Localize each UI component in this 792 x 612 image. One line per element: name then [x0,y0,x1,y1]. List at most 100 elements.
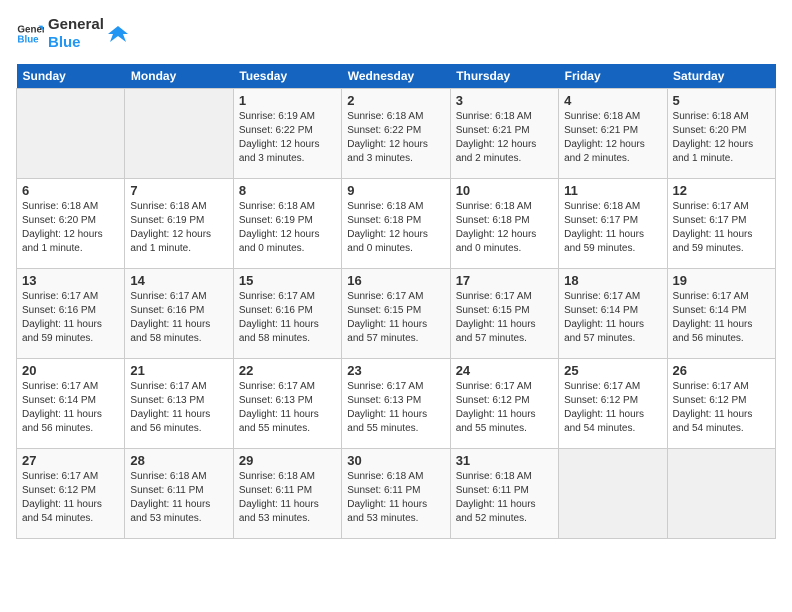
calendar-cell: 26 Sunrise: 6:17 AM Sunset: 6:12 PM Dayli… [667,359,775,449]
day-number: 2 [347,93,444,108]
day-info: Sunrise: 6:17 AM Sunset: 6:13 PM Dayligh… [130,380,227,436]
calendar-cell: 27Sunrise: 6:17 AM Sunset: 6:12 PM Dayli… [17,449,125,539]
calendar-cell: 4 Sunrise: 6:18 AM Sunset: 6:21 PM Daylig… [559,89,667,179]
day-number: 16 [347,273,444,288]
calendar-table: SundayMondayTuesdayWednesdayThursdayFrid… [16,64,776,539]
day-info: Sunrise: 6:17 AM Sunset: 6:15 PM Dayligh… [347,290,444,346]
calendar-cell: 16 Sunrise: 6:17 AM Sunset: 6:15 PM Dayli… [342,269,450,359]
day-info: Sunrise: 6:18 AM Sunset: 6:11 PM Dayligh… [130,470,227,526]
day-number: 11 [564,183,661,198]
calendar-header: SundayMondayTuesdayWednesdayThursdayFrid… [17,64,776,89]
weekday-header-sunday: Sunday [17,64,125,89]
calendar-cell: 6Sunrise: 6:18 AM Sunset: 6:20 PM Daylig… [17,179,125,269]
day-number: 12 [673,183,770,198]
calendar-cell: 2 Sunrise: 6:18 AM Sunset: 6:22 PM Daylig… [342,89,450,179]
day-number: 5 [673,93,770,108]
calendar-cell: 13 Sunrise: 6:17 AM Sunset: 6:16 PM Dayli… [17,269,125,359]
day-info: Sunrise: 6:17 AM Sunset: 6:12 PM Dayligh… [456,380,553,436]
weekday-header-monday: Monday [125,64,233,89]
day-number: 18 [564,273,661,288]
logo: General Blue General Blue [16,16,128,52]
day-info: Sunrise: 6:17 AM Sunset: 6:13 PM Dayligh… [239,380,336,436]
day-info: Sunrise: 6:17 AM Sunset: 6:12 PM Dayligh… [564,380,661,436]
calendar-cell: 15 Sunrise: 6:17 AM Sunset: 6:16 PM Dayli… [233,269,341,359]
day-number: 4 [564,93,661,108]
day-number: 13 [22,273,119,288]
day-number: 25 [564,363,661,378]
calendar-cell: 30 Sunrise: 6:18 AM Sunset: 6:11 PM Dayli… [342,449,450,539]
day-number: 15 [239,273,336,288]
calendar-cell: 22 Sunrise: 6:17 AM Sunset: 6:13 PM Dayli… [233,359,341,449]
calendar-cell: 25 Sunrise: 6:17 AM Sunset: 6:12 PM Dayli… [559,359,667,449]
day-number: 17 [456,273,553,288]
day-info: Sunrise: 6:17 AM Sunset: 6:12 PM Dayligh… [673,380,770,436]
day-info: Sunrise: 6:18 AM Sunset: 6:11 PM Dayligh… [347,470,444,526]
day-info: Sunrise: 6:18 AM Sunset: 6:20 PM Dayligh… [673,110,770,166]
day-info: Sunrise: 6:18 AM Sunset: 6:11 PM Dayligh… [456,470,553,526]
day-number: 29 [239,453,336,468]
day-number: 7 [130,183,227,198]
day-number: 22 [239,363,336,378]
logo-general: General [48,16,104,34]
day-info: Sunrise: 6:18 AM Sunset: 6:21 PM Dayligh… [456,110,553,166]
calendar-cell: 10 Sunrise: 6:18 AM Sunset: 6:18 PM Dayli… [450,179,558,269]
day-number: 26 [673,363,770,378]
logo-bird-icon [108,24,128,44]
day-number: 8 [239,183,336,198]
day-number: 31 [456,453,553,468]
weekday-header-wednesday: Wednesday [342,64,450,89]
day-number: 30 [347,453,444,468]
weekday-header-thursday: Thursday [450,64,558,89]
day-info: Sunrise: 6:18 AM Sunset: 6:19 PM Dayligh… [130,200,227,256]
day-info: Sunrise: 6:18 AM Sunset: 6:21 PM Dayligh… [564,110,661,166]
calendar-cell [17,89,125,179]
calendar-cell: 7 Sunrise: 6:18 AM Sunset: 6:19 PM Daylig… [125,179,233,269]
day-info: Sunrise: 6:17 AM Sunset: 6:17 PM Dayligh… [673,200,770,256]
day-info: Sunrise: 6:17 AM Sunset: 6:14 PM Dayligh… [673,290,770,346]
day-info: Sunrise: 6:18 AM Sunset: 6:19 PM Dayligh… [239,200,336,256]
calendar-cell: 1 Sunrise: 6:19 AM Sunset: 6:22 PM Daylig… [233,89,341,179]
day-number: 24 [456,363,553,378]
day-number: 21 [130,363,227,378]
calendar-cell: 8 Sunrise: 6:18 AM Sunset: 6:19 PM Daylig… [233,179,341,269]
day-info: Sunrise: 6:18 AM Sunset: 6:11 PM Dayligh… [239,470,336,526]
calendar-cell: 31 Sunrise: 6:18 AM Sunset: 6:11 PM Dayli… [450,449,558,539]
calendar-week-5: 27Sunrise: 6:17 AM Sunset: 6:12 PM Dayli… [17,449,776,539]
day-info: Sunrise: 6:18 AM Sunset: 6:18 PM Dayligh… [347,200,444,256]
calendar-cell: 17 Sunrise: 6:17 AM Sunset: 6:15 PM Dayli… [450,269,558,359]
day-number: 10 [456,183,553,198]
day-info: Sunrise: 6:17 AM Sunset: 6:15 PM Dayligh… [456,290,553,346]
day-info: Sunrise: 6:18 AM Sunset: 6:20 PM Dayligh… [22,200,119,256]
day-number: 3 [456,93,553,108]
logo-icon: General Blue [16,20,44,48]
day-info: Sunrise: 6:18 AM Sunset: 6:22 PM Dayligh… [347,110,444,166]
calendar-cell: 20Sunrise: 6:17 AM Sunset: 6:14 PM Dayli… [17,359,125,449]
page-header: General Blue General Blue [16,16,776,52]
day-info: Sunrise: 6:17 AM Sunset: 6:13 PM Dayligh… [347,380,444,436]
day-info: Sunrise: 6:17 AM Sunset: 6:16 PM Dayligh… [22,290,119,346]
day-info: Sunrise: 6:17 AM Sunset: 6:16 PM Dayligh… [130,290,227,346]
calendar-cell: 28 Sunrise: 6:18 AM Sunset: 6:11 PM Dayli… [125,449,233,539]
day-info: Sunrise: 6:17 AM Sunset: 6:14 PM Dayligh… [22,380,119,436]
weekday-header-tuesday: Tuesday [233,64,341,89]
logo-blue: Blue [48,34,104,52]
calendar-cell: 14 Sunrise: 6:17 AM Sunset: 6:16 PM Dayli… [125,269,233,359]
day-info: Sunrise: 6:18 AM Sunset: 6:18 PM Dayligh… [456,200,553,256]
calendar-cell: 9Sunrise: 6:18 AM Sunset: 6:18 PM Daylig… [342,179,450,269]
calendar-week-4: 20Sunrise: 6:17 AM Sunset: 6:14 PM Dayli… [17,359,776,449]
calendar-cell: 12 Sunrise: 6:17 AM Sunset: 6:17 PM Dayli… [667,179,775,269]
calendar-cell: 3 Sunrise: 6:18 AM Sunset: 6:21 PM Daylig… [450,89,558,179]
day-number: 14 [130,273,227,288]
calendar-cell: 11 Sunrise: 6:18 AM Sunset: 6:17 PM Dayli… [559,179,667,269]
day-info: Sunrise: 6:17 AM Sunset: 6:14 PM Dayligh… [564,290,661,346]
day-info: Sunrise: 6:17 AM Sunset: 6:16 PM Dayligh… [239,290,336,346]
calendar-cell [125,89,233,179]
calendar-cell: 18 Sunrise: 6:17 AM Sunset: 6:14 PM Dayli… [559,269,667,359]
day-number: 28 [130,453,227,468]
day-info: Sunrise: 6:19 AM Sunset: 6:22 PM Dayligh… [239,110,336,166]
day-number: 1 [239,93,336,108]
calendar-week-1: 1 Sunrise: 6:19 AM Sunset: 6:22 PM Daylig… [17,89,776,179]
calendar-cell: 21 Sunrise: 6:17 AM Sunset: 6:13 PM Dayli… [125,359,233,449]
weekday-header-friday: Friday [559,64,667,89]
day-info: Sunrise: 6:18 AM Sunset: 6:17 PM Dayligh… [564,200,661,256]
